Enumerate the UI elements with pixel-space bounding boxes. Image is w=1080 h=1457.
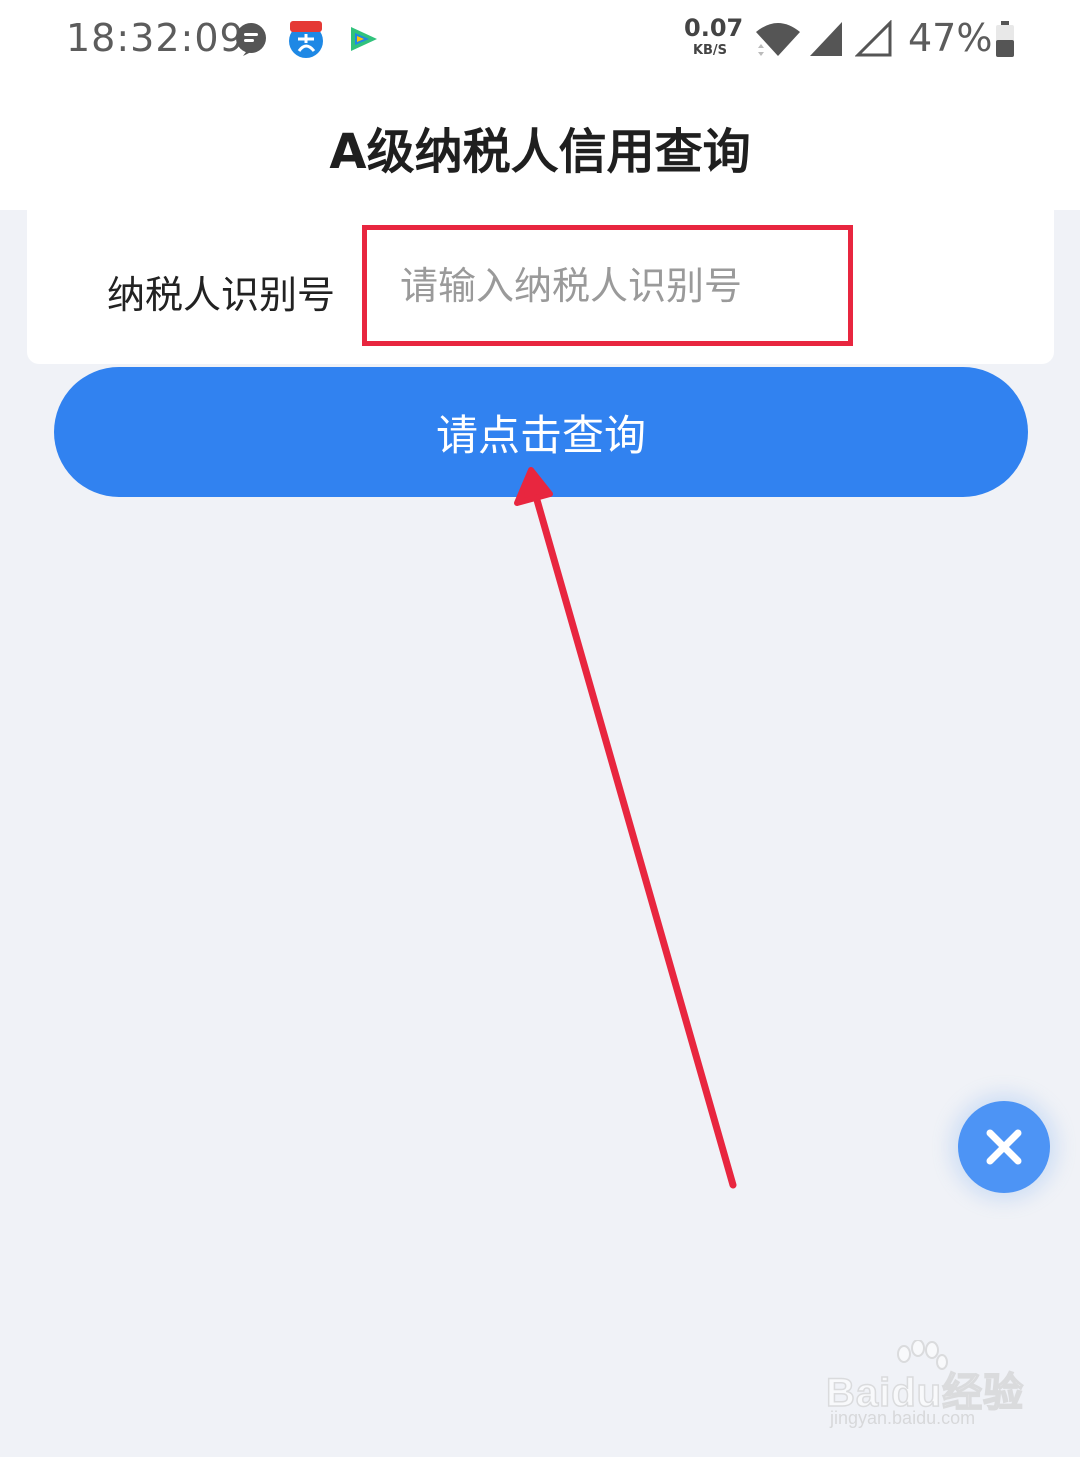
taxpayer-id-label: 纳税人识别号 — [107, 273, 336, 317]
query-button[interactable]: 请点击查询 — [54, 367, 1028, 497]
battery-icon — [996, 21, 1014, 57]
net-speed-unit: KB/S — [692, 43, 728, 58]
net-speed-value: 0.07 — [684, 14, 744, 42]
query-button-label: 请点击查询 — [435, 410, 646, 460]
signal-empty-icon — [855, 20, 892, 57]
signal-strength-icon — [810, 22, 842, 56]
page-title: A级纳税人信用查询 — [329, 124, 751, 180]
status-time: 18:32:09 — [66, 16, 245, 60]
baidu-jingyan-watermark: Baidu经验 jingyan.baidu.com — [825, 1340, 1026, 1440]
watermark-url: jingyan.baidu.com — [830, 1408, 976, 1428]
taxpayer-id-highlight — [362, 225, 853, 346]
top-header: 18:32:09 0.07 KB/S 47% A级纳税人信用查询 — [0, 0, 1080, 210]
tencent-video-icon — [351, 27, 377, 51]
taxpayer-form-card: 纳税人识别号 — [27, 210, 1054, 364]
close-icon — [986, 1129, 1022, 1165]
close-button[interactable] — [958, 1101, 1050, 1193]
taxpayer-id-input[interactable] — [367, 230, 848, 341]
battery-percent: 47% — [908, 16, 993, 60]
wifi-icon — [756, 23, 800, 56]
chat-bubble-icon — [236, 23, 266, 56]
alipay-icon — [289, 21, 323, 58]
network-speed: 0.07 KB/S — [684, 14, 744, 58]
